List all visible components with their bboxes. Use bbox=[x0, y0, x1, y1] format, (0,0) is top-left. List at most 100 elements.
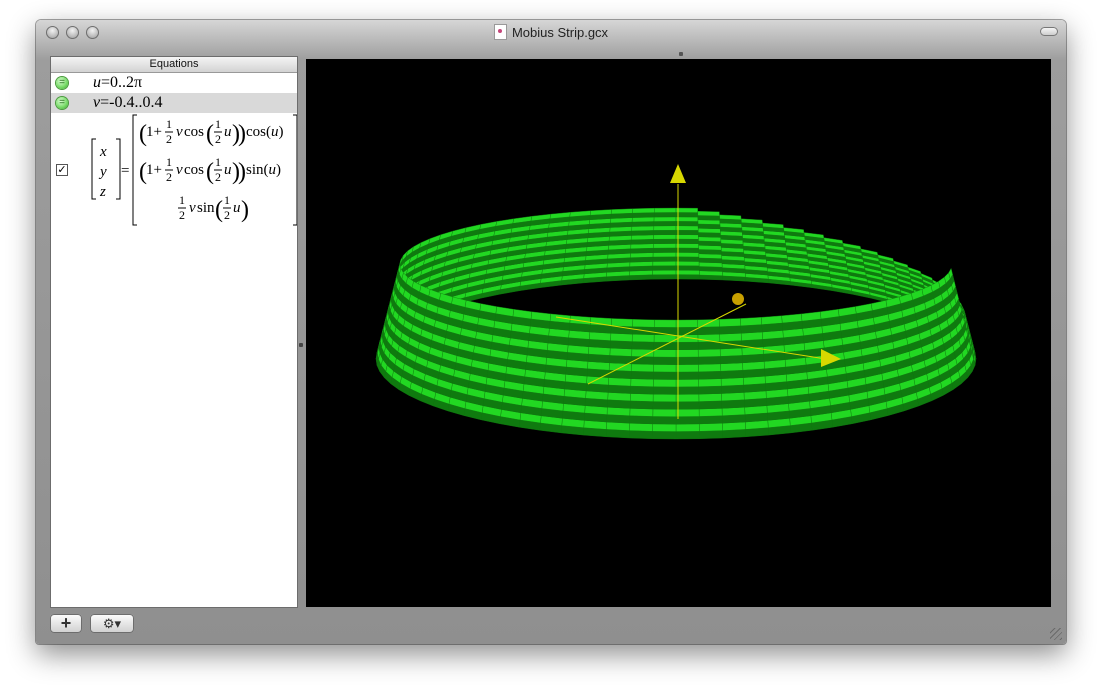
strip-quad bbox=[606, 406, 631, 416]
strip-quad bbox=[653, 356, 677, 365]
svg-text:v: v bbox=[176, 162, 183, 178]
strip-quad bbox=[609, 340, 633, 350]
strip-quad bbox=[698, 415, 723, 425]
strip-quad bbox=[632, 207, 655, 214]
strip-quad bbox=[718, 318, 741, 327]
strip-quad bbox=[698, 385, 722, 395]
strip-quad bbox=[611, 318, 634, 327]
svg-text:u: u bbox=[224, 124, 232, 140]
svg-text:(: ( bbox=[206, 159, 214, 185]
svg-text:sin(u): sin(u) bbox=[246, 162, 281, 178]
gear-menu-button[interactable]: ⚙▾ bbox=[90, 614, 134, 633]
strip-quad bbox=[675, 393, 700, 403]
svg-text:1: 1 bbox=[215, 155, 221, 169]
strip-quad bbox=[630, 239, 654, 245]
strip-quad bbox=[697, 215, 720, 221]
point-marker[interactable] bbox=[732, 293, 744, 305]
strip-quad bbox=[653, 216, 677, 222]
strip-quad bbox=[652, 274, 677, 280]
strip-quad bbox=[652, 386, 677, 395]
strip-quad bbox=[698, 408, 723, 417]
svg-text:cos(u): cos(u) bbox=[246, 124, 284, 140]
strip-quad bbox=[607, 384, 631, 394]
equation-v-text[interactable]: v=-0.4..0.4 bbox=[93, 93, 162, 113]
top-drag-handle-icon[interactable] bbox=[679, 52, 683, 56]
strip-quad bbox=[606, 421, 630, 431]
strip-quad bbox=[652, 256, 677, 262]
lhs-z: z bbox=[99, 184, 106, 200]
strip-quad bbox=[675, 221, 699, 227]
svg-text:1: 1 bbox=[224, 193, 230, 207]
equation-row-v[interactable]: = v=-0.4..0.4 bbox=[51, 93, 297, 113]
strip-quad bbox=[721, 392, 745, 402]
equals-icon[interactable]: = bbox=[56, 77, 68, 89]
strip-quad bbox=[652, 247, 677, 253]
strip-quad bbox=[589, 324, 612, 334]
strip-quad bbox=[698, 356, 721, 365]
strip-quad bbox=[698, 363, 722, 373]
strip-quad bbox=[590, 317, 612, 327]
svg-text:v: v bbox=[189, 200, 196, 216]
equation-v-range: =-0.4..0.4 bbox=[100, 94, 163, 111]
lhs-y: y bbox=[98, 164, 107, 180]
strip-quad bbox=[652, 393, 677, 403]
3d-plot-view[interactable] bbox=[306, 59, 1051, 607]
resize-grip-icon[interactable] bbox=[1050, 628, 1062, 640]
strip-quad bbox=[698, 393, 722, 402]
visibility-checkbox[interactable]: ✓ bbox=[56, 164, 68, 176]
strip-quad bbox=[675, 243, 699, 249]
strip-quad bbox=[653, 371, 677, 380]
split-view-handle-icon[interactable] bbox=[299, 343, 303, 347]
toolbar-toggle-button[interactable] bbox=[1040, 27, 1058, 36]
strip-quad bbox=[653, 221, 677, 227]
strip-quad bbox=[632, 212, 655, 218]
equation-row-matrix[interactable]: ✓ x y z = ( 1+ 1 2 v cos (1 2 u)) cos… bbox=[51, 113, 297, 229]
strip-quad bbox=[675, 274, 700, 280]
strip-quad bbox=[675, 256, 700, 262]
svg-text:1: 1 bbox=[166, 155, 172, 169]
strip-quad bbox=[697, 326, 720, 335]
title-bar[interactable]: Mobius Strip.gcx bbox=[36, 20, 1066, 44]
strip-quad bbox=[607, 399, 631, 409]
strip-quad bbox=[652, 265, 677, 271]
z-axis-arrow-icon bbox=[670, 164, 686, 183]
equation-row-u[interactable]: = u=0..2π bbox=[51, 73, 297, 93]
mobius-strip-plot[interactable] bbox=[306, 59, 1051, 607]
equations-header: Equations bbox=[51, 57, 297, 73]
svg-text:2: 2 bbox=[179, 208, 185, 222]
strip-quad bbox=[675, 423, 700, 432]
strip-quad bbox=[698, 400, 723, 410]
strip-quad bbox=[675, 261, 700, 267]
strip-quad bbox=[721, 399, 745, 409]
equals-icon[interactable]: = bbox=[56, 97, 68, 109]
equations-panel: Equations = u=0..2π = v=-0.4..0.4 ✓ x y … bbox=[50, 56, 298, 608]
strip-quad bbox=[698, 232, 721, 238]
strip-quad bbox=[653, 379, 677, 388]
strip-quad bbox=[630, 363, 654, 373]
strip-quad bbox=[652, 423, 677, 432]
strip-quad bbox=[628, 430, 653, 439]
strip-quad bbox=[719, 347, 743, 357]
strip-quad bbox=[607, 392, 631, 402]
svg-text:1: 1 bbox=[166, 117, 172, 131]
strip-quad bbox=[675, 364, 699, 373]
strip-quad bbox=[722, 429, 747, 439]
rhs-row-z: 1 2 v sin ( 1 2 u ) bbox=[178, 193, 249, 223]
strip-quad bbox=[589, 331, 612, 341]
strip-quad bbox=[675, 431, 700, 440]
svg-text:u: u bbox=[224, 162, 232, 178]
strip-quad bbox=[698, 371, 722, 380]
strip-quad bbox=[631, 333, 655, 343]
document-icon bbox=[493, 24, 507, 40]
strip-quad bbox=[675, 212, 699, 218]
strip-quad bbox=[629, 415, 654, 425]
strip-quad bbox=[675, 238, 699, 244]
rhs-row-y: ( 1+ 1 2 v cos ( 1 2 u ) ) sin(u) bbox=[139, 155, 281, 185]
svg-text:sin: sin bbox=[197, 200, 215, 216]
strip-quad bbox=[697, 341, 721, 350]
strip-quad bbox=[720, 370, 744, 379]
strip-quad bbox=[721, 384, 745, 394]
equation-u-text[interactable]: u=0..2π bbox=[93, 73, 142, 93]
add-equation-button[interactable]: + bbox=[50, 614, 82, 633]
strip-quad bbox=[652, 252, 677, 258]
